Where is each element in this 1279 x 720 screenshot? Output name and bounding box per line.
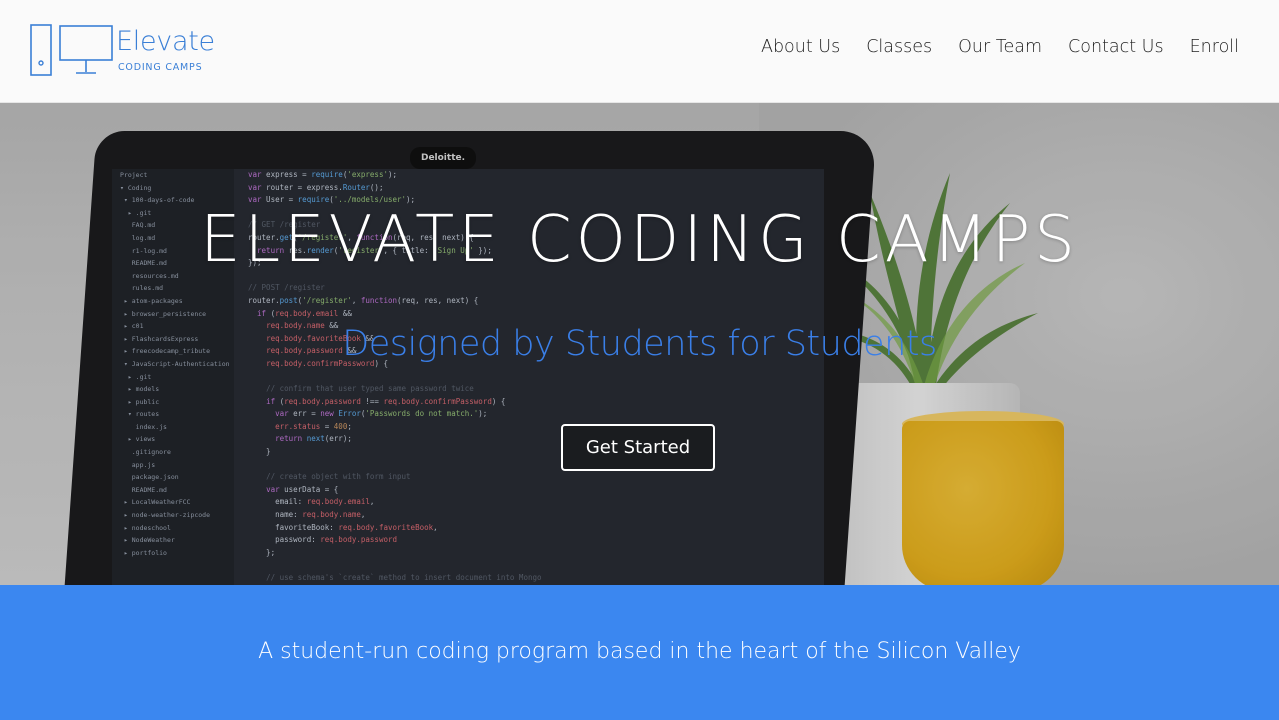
- intro-text: A student-run coding program based in th…: [258, 639, 1021, 664]
- computer-tower-monitor-icon: [30, 24, 113, 76]
- nav-contact-us[interactable]: Contact Us: [1068, 37, 1164, 57]
- nav-classes[interactable]: Classes: [866, 37, 932, 57]
- get-started-button[interactable]: Get Started: [561, 424, 715, 471]
- main-nav: About Us Classes Our Team Contact Us Enr…: [761, 37, 1239, 57]
- hero-subtitle: Designed by Students for Students: [342, 324, 937, 364]
- hero-section: Deloitte. Project ▾ Coding ▾ 100-days-of…: [0, 103, 1279, 585]
- nav-about-us[interactable]: About Us: [761, 37, 840, 57]
- site-header: Elevate CODING CAMPS About Us Classes Ou…: [0, 0, 1279, 103]
- nav-enroll[interactable]: Enroll: [1190, 37, 1239, 57]
- nav-our-team[interactable]: Our Team: [958, 37, 1042, 57]
- intro-band: A student-run coding program based in th…: [0, 585, 1279, 720]
- brand-logo[interactable]: Elevate CODING CAMPS: [30, 24, 230, 80]
- brand-name: Elevate: [116, 26, 215, 57]
- brand-tagline: CODING CAMPS: [118, 62, 203, 73]
- hero-title: ELEVATE CODING CAMPS: [200, 203, 1079, 277]
